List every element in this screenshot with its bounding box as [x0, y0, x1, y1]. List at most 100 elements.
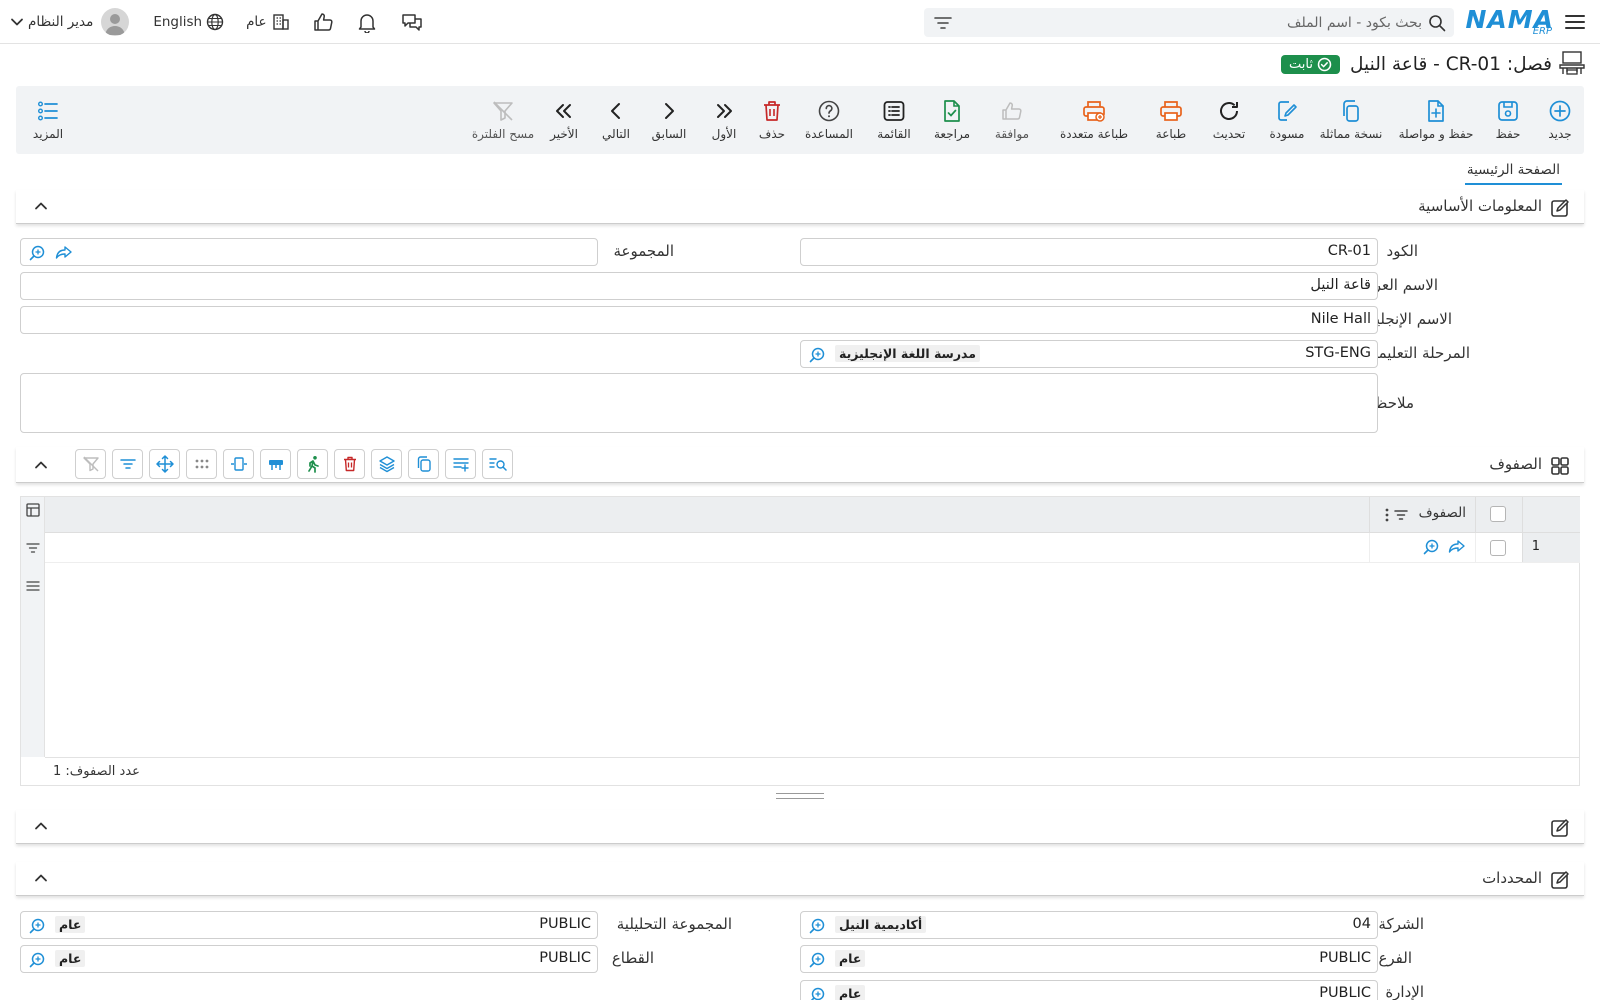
basic-info-header[interactable]: المعلومات الأساسية: [16, 190, 1584, 224]
nama-logo[interactable]: NAMA ERP: [1466, 5, 1554, 37]
menu-icon[interactable]: [1564, 12, 1586, 32]
search-plus-icon[interactable]: [809, 917, 826, 934]
new-button[interactable]: جديد: [1538, 86, 1582, 154]
sector-field[interactable]: PUBLIC عام: [20, 945, 598, 973]
language-switch[interactable]: English: [153, 13, 224, 31]
search-filter-icon[interactable]: [934, 15, 952, 31]
search-icon[interactable]: [1428, 14, 1446, 32]
share-arrow-icon[interactable]: [1448, 538, 1466, 555]
search-rows-button[interactable]: [482, 449, 513, 479]
notifications-button[interactable]: [356, 11, 378, 33]
menu-lines-icon[interactable]: [26, 579, 40, 593]
save-continue-button[interactable]: حفظ و مواصلة: [1396, 86, 1476, 154]
first-label: الأول: [711, 127, 737, 141]
grid-dots-button[interactable]: [186, 449, 217, 479]
fit-columns-button[interactable]: [223, 449, 254, 479]
review-button[interactable]: مراجعة: [926, 86, 978, 154]
clear-grid-filter-button[interactable]: [75, 449, 106, 479]
refresh-button[interactable]: تحديث: [1204, 86, 1254, 154]
search-plus-icon[interactable]: [1423, 538, 1440, 555]
chevron-up-icon[interactable]: [34, 871, 48, 885]
analysis-group-field[interactable]: PUBLIC عام: [20, 911, 598, 939]
table-row-icon: [268, 460, 283, 470]
list-button[interactable]: القائمة: [868, 86, 920, 154]
previous-button[interactable]: السابق: [644, 86, 694, 154]
help-label: المساعدة: [804, 127, 854, 141]
search-plus-icon[interactable]: [29, 917, 46, 934]
department-code: PUBLIC: [1319, 985, 1371, 1000]
table-row[interactable]: 1: [45, 533, 1580, 563]
list-label: القائمة: [877, 127, 911, 141]
approve-button[interactable]: موافقة: [984, 86, 1040, 154]
plus-circle-icon: [1549, 100, 1571, 122]
column-header-rows[interactable]: الصفوف: [1419, 505, 1466, 521]
copy-row-button[interactable]: [408, 449, 439, 479]
extra-section-header[interactable]: [16, 810, 1584, 844]
layers-button[interactable]: [371, 449, 402, 479]
printer-icon: [1160, 101, 1182, 121]
branch-field[interactable]: PUBLIC عام: [800, 945, 1378, 973]
like-button[interactable]: [312, 11, 334, 33]
chevrons-right-icon: [717, 104, 732, 118]
department-label: الإدارة: [1385, 983, 1424, 1000]
grid-filter-button[interactable]: [112, 449, 143, 479]
delete-button[interactable]: حذف: [752, 86, 792, 154]
draft-button[interactable]: مسودة: [1262, 86, 1312, 154]
delete-row-button[interactable]: [334, 449, 365, 479]
chevron-up-icon[interactable]: [34, 458, 48, 472]
print-button[interactable]: طباعة: [1146, 86, 1196, 154]
determinants-header[interactable]: المحددات: [16, 862, 1584, 896]
next-button[interactable]: التالي: [596, 86, 636, 154]
first-button[interactable]: الأول: [704, 86, 744, 154]
stage-field[interactable]: STG-ENG مدرسة اللغة الإنجليزية: [800, 340, 1378, 368]
search-plus-icon[interactable]: [809, 986, 826, 1000]
messages-button[interactable]: [400, 11, 424, 33]
company-field[interactable]: 04 أكاديمية النيل: [800, 911, 1378, 939]
grid-resize-handle[interactable]: [776, 793, 824, 799]
search-plus-icon[interactable]: [29, 244, 46, 261]
clear-filter-button[interactable]: مسح الفلترة: [470, 86, 536, 154]
page-title: فصل: CR-01 - قاعة النيل: [1350, 53, 1552, 75]
search-plus-icon[interactable]: [809, 951, 826, 968]
multi-printer-icon: [1083, 101, 1105, 122]
search-plus-icon[interactable]: [809, 346, 826, 363]
tab-main[interactable]: الصفحة الرئيسية: [1464, 158, 1562, 185]
last-button[interactable]: الأخير: [544, 86, 584, 154]
run-button[interactable]: [297, 449, 328, 479]
column-menu-icon[interactable]: [1384, 507, 1390, 523]
add-lines-button[interactable]: [445, 449, 476, 479]
table-columns-icon[interactable]: [26, 503, 40, 517]
search-input[interactable]: [992, 12, 1422, 33]
search-plus-icon[interactable]: [29, 951, 46, 968]
more-button[interactable]: المزيد: [28, 86, 68, 154]
row-checkbox[interactable]: [1490, 540, 1506, 556]
select-all-checkbox[interactable]: [1490, 506, 1506, 522]
save-icon: [1498, 101, 1518, 121]
stage-name: مدرسة اللغة الإنجليزية: [835, 345, 980, 362]
insert-row-button[interactable]: [260, 449, 291, 479]
company-label: الشركة: [1378, 915, 1424, 933]
filter-lines-icon[interactable]: [26, 541, 40, 555]
tab-bar: الصفحة الرئيسية: [1464, 158, 1562, 186]
department-field[interactable]: PUBLIC عام: [800, 980, 1378, 1000]
save-button[interactable]: حفظ: [1486, 86, 1530, 154]
group-field[interactable]: [20, 238, 598, 266]
company-label: عام: [246, 14, 267, 30]
chevron-up-icon[interactable]: [34, 199, 48, 213]
dots-grid-icon: [195, 459, 208, 469]
company-switch[interactable]: عام: [246, 13, 290, 31]
arabic-name-field[interactable]: قاعة النيل: [20, 272, 1378, 300]
duplicate-button[interactable]: نسخة مماثلة: [1316, 86, 1386, 154]
code-field[interactable]: CR-01: [800, 238, 1378, 266]
notes-textarea[interactable]: [20, 373, 1378, 433]
english-name-field[interactable]: Nile Hall: [20, 306, 1378, 334]
move-row-button[interactable]: [149, 449, 180, 479]
chevron-up-icon[interactable]: [34, 819, 48, 833]
share-arrow-icon[interactable]: [55, 244, 73, 261]
grid-toolbar: [75, 449, 513, 479]
column-filter-icon[interactable]: [1394, 508, 1408, 522]
user-menu[interactable]: مدير النظام: [10, 8, 130, 36]
help-button[interactable]: المساعدة: [798, 86, 860, 154]
language-label: English: [153, 14, 203, 30]
multi-print-button[interactable]: طباعة متعددة: [1048, 86, 1140, 154]
